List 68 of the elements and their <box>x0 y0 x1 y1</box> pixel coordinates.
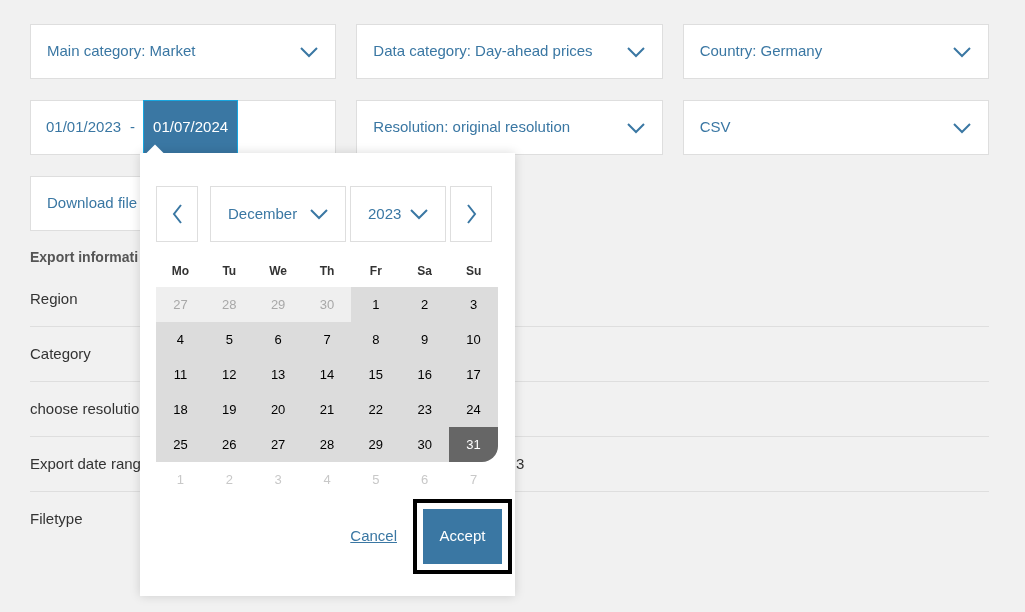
calendar-day[interactable]: 20 <box>253 392 303 427</box>
chevron-down-icon <box>625 121 646 134</box>
calendar-day[interactable]: 23 <box>400 392 450 427</box>
dropdown-select[interactable]: Main category: Market <box>30 24 337 79</box>
calendar-day[interactable]: 31 <box>449 427 498 462</box>
calendar-day[interactable]: 4 <box>156 322 205 357</box>
calendar-day[interactable]: 26 <box>204 427 254 462</box>
dropdown-select[interactable]: Data category: Day-ahead prices <box>356 24 663 79</box>
calendar-day[interactable]: 6 <box>253 322 303 357</box>
weekday-label: Th <box>318 263 336 280</box>
calendar-day[interactable]: 15 <box>351 357 401 392</box>
weekday-label: Mo <box>170 263 191 280</box>
calendar-day[interactable]: 29 <box>351 427 401 462</box>
dropdown-select[interactable]: CSV <box>682 100 989 155</box>
calendar-day[interactable]: 2 <box>400 287 450 322</box>
calendar-day[interactable]: 8 <box>351 322 401 357</box>
chevron-down-icon <box>625 45 646 58</box>
date-input[interactable]: 01/01/2023 <box>31 100 123 155</box>
chevron-left-icon <box>171 203 183 225</box>
calendar-day[interactable]: 5 <box>204 322 254 357</box>
calendar-day[interactable]: 1 <box>351 287 401 322</box>
info-label: Region <box>30 288 78 309</box>
calendar-day[interactable]: 10 <box>449 322 498 357</box>
chevron-down-icon <box>409 208 429 220</box>
calendar-day[interactable]: 11 <box>156 357 205 392</box>
previous-month-button[interactable] <box>156 186 198 242</box>
calendar-day[interactable]: 24 <box>449 392 498 427</box>
calendar-day[interactable]: 9 <box>400 322 450 357</box>
calendar-day[interactable]: 19 <box>204 392 254 427</box>
chevron-right-icon <box>465 203 477 225</box>
chevron-down-icon <box>952 121 972 134</box>
weekday-label: Su <box>464 263 483 280</box>
info-label: Filetype <box>30 509 83 530</box>
chevron-down-icon <box>299 45 320 58</box>
calendar-day[interactable]: 12 <box>204 357 254 392</box>
section-heading: Export informati <box>30 248 139 267</box>
calendar-day[interactable]: 3 <box>449 287 498 322</box>
calendar-day[interactable]: 27 <box>253 427 303 462</box>
weekday-label: Sa <box>416 263 434 280</box>
calendar-day[interactable]: 18 <box>156 392 205 427</box>
calendar-day[interactable]: 16 <box>400 357 450 392</box>
range-separator: - <box>129 117 137 138</box>
calendar-day[interactable]: 25 <box>156 427 205 462</box>
weekday-label: Fr <box>368 263 383 280</box>
info-label: choose resolutio <box>30 398 140 419</box>
calendar-day[interactable]: 28 <box>302 427 352 462</box>
calendar-day[interactable]: 21 <box>302 392 352 427</box>
info-label: Export date rang <box>30 453 141 474</box>
month-select[interactable]: December <box>210 186 346 242</box>
accept-button[interactable]: Accept <box>423 509 502 564</box>
info-label: Category <box>30 343 91 364</box>
dropdown-select[interactable]: Country: Germany <box>682 24 989 79</box>
info-value: 3 <box>516 453 525 474</box>
weekday-label: Tu <box>221 263 238 280</box>
dropdown-select[interactable]: Resolution: original resolution <box>356 100 663 155</box>
calendar-day[interactable]: 13 <box>253 357 303 392</box>
calendar-day[interactable]: 14 <box>302 357 352 392</box>
date-input[interactable]: 01/07/2024 <box>143 100 239 155</box>
year-select[interactable]: 2023 <box>350 186 446 242</box>
cancel-link[interactable]: Cancel <box>350 525 397 548</box>
weekday-label: We <box>268 263 289 280</box>
calendar-day[interactable]: 22 <box>351 392 401 427</box>
chevron-down-icon <box>309 208 329 220</box>
calendar-day[interactable]: 30 <box>400 427 450 462</box>
calendar-day[interactable]: 17 <box>449 357 498 392</box>
next-month-button[interactable] <box>450 186 492 242</box>
calendar-day[interactable]: 7 <box>302 322 352 357</box>
chevron-down-icon <box>952 45 972 58</box>
